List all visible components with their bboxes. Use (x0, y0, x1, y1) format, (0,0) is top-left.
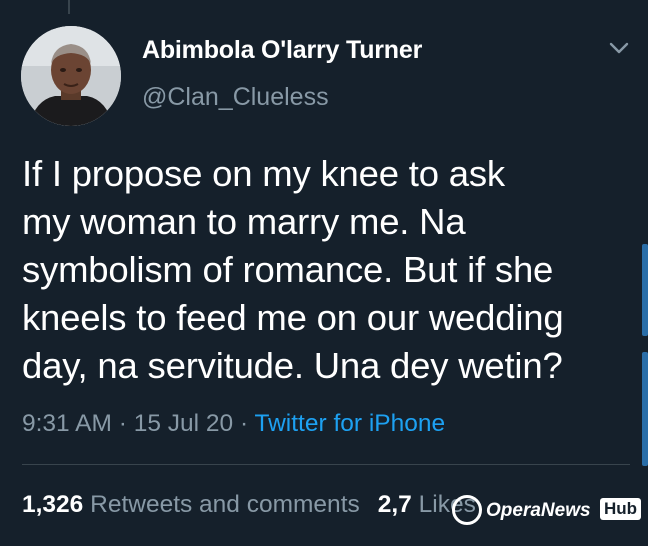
tweet-text-line: my woman to marry me. Na (22, 201, 466, 242)
divider (22, 464, 630, 465)
watermark-badge: Hub (600, 498, 642, 520)
scrollbar-segment (642, 244, 648, 336)
tweet-text: If I propose on my knee to ask my woman … (22, 150, 622, 390)
chevron-down-icon[interactable] (606, 38, 632, 58)
retweets-label: Retweets and comments (90, 491, 360, 518)
retweets-stat[interactable]: 1,326 Retweets and comments (22, 491, 360, 518)
retweets-count: 1,326 (22, 491, 84, 518)
tweet-text-line: If I propose on my knee to ask (22, 153, 505, 194)
tweet-time[interactable]: 9:31 AM (22, 410, 112, 437)
tweet-metadata: 9:31 AM · 15 Jul 20 · Twitter for iPhone (22, 410, 445, 438)
operanews-watermark: OperaNews Hub (452, 492, 644, 532)
tweet-text-line: kneels to feed me on our wedding (22, 297, 564, 338)
watermark-text: OperaNews (486, 500, 591, 521)
avatar[interactable] (21, 26, 121, 126)
tweet-source-link[interactable]: Twitter for iPhone (254, 410, 445, 437)
scrollbar-segment (642, 352, 648, 466)
thread-connector-line (68, 0, 70, 14)
author-handle[interactable]: @Clan_Clueless (142, 83, 329, 112)
tweet-text-line: day, na servitude. Una dey wetin? (22, 345, 563, 386)
meta-separator: · (118, 410, 127, 437)
operanews-logo-icon (452, 495, 482, 525)
tweet-text-line: symbolism of romance. But if she (22, 249, 554, 290)
author-display-name[interactable]: Abimbola O'larry Turner (142, 36, 422, 65)
tweet-stats: 1,326 Retweets and comments 2,7 Likes (22, 491, 476, 519)
likes-count: 2,7 (377, 491, 412, 518)
meta-separator: · (239, 410, 249, 437)
tweet-date[interactable]: 15 Jul 20 (134, 410, 233, 437)
profile-photo-icon (21, 26, 121, 126)
